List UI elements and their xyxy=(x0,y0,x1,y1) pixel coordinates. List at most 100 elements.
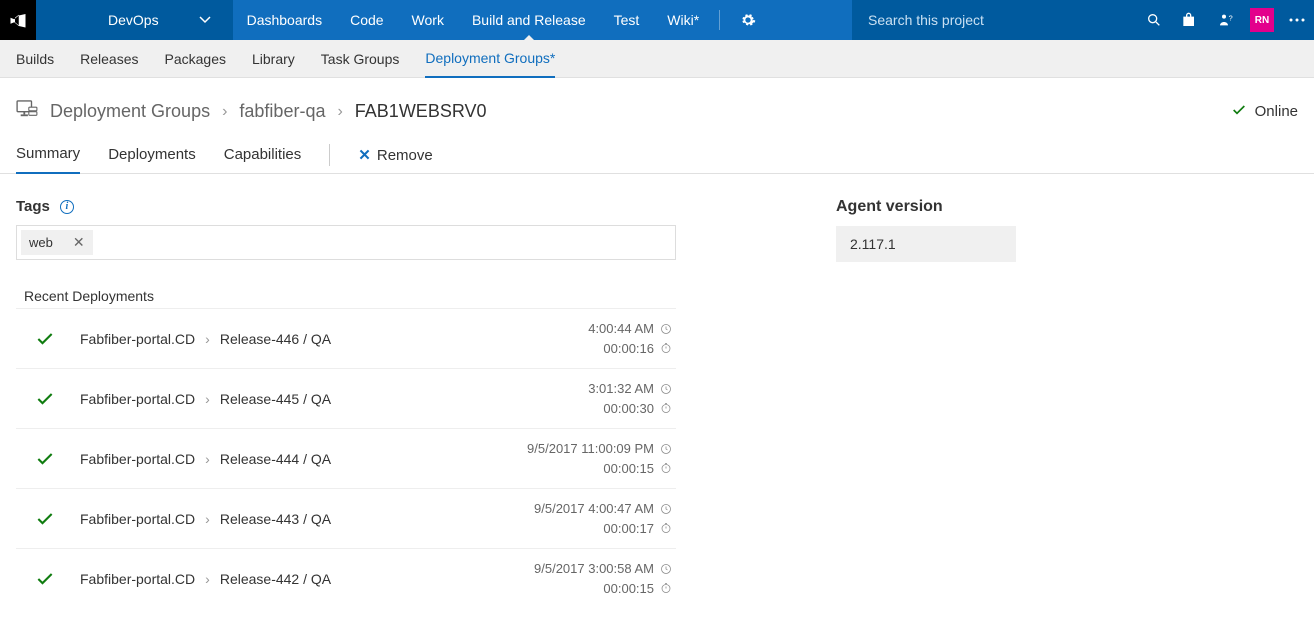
subnav-deploymentgroups[interactable]: Deployment Groups* xyxy=(425,41,555,78)
tag-remove[interactable]: ✕ xyxy=(73,234,85,251)
status-label: Online xyxy=(1255,103,1298,120)
deployment-time: 9/5/2017 4:00:47 AM xyxy=(534,499,654,519)
deployment-pipeline[interactable]: Fabfiber-portal.CD xyxy=(80,331,195,347)
recent-deployments-heading: Recent Deployments xyxy=(24,288,676,304)
deployment-release[interactable]: Release-446 / QA xyxy=(220,331,331,347)
breadcrumb-root[interactable]: Deployment Groups xyxy=(50,101,210,122)
project-switcher[interactable]: DevOps xyxy=(36,0,233,40)
deployment-status xyxy=(20,329,70,349)
stopwatch-icon xyxy=(660,462,672,474)
topnav-code[interactable]: Code xyxy=(336,0,397,40)
agent-version-heading: Agent version xyxy=(836,198,1016,216)
tags-heading: Tags xyxy=(16,198,50,215)
bag-icon xyxy=(1182,12,1198,28)
deployment-duration: 00:00:30 xyxy=(603,399,654,419)
success-icon xyxy=(35,329,55,349)
marketplace-button[interactable] xyxy=(1172,12,1208,28)
chevron-right-icon: › xyxy=(222,103,227,121)
subnav-taskgroups[interactable]: Task Groups xyxy=(321,40,400,77)
deployment-time: 9/5/2017 11:00:09 PM xyxy=(527,439,654,459)
clock-icon xyxy=(660,323,672,335)
chevron-down-icon xyxy=(199,14,211,26)
deployment-row: Fabfiber-portal.CD › Release-442 / QA 9/5/2… xyxy=(16,548,676,608)
search-input[interactable] xyxy=(868,12,1146,28)
topnav-divider xyxy=(719,10,720,30)
deployment-pipeline[interactable]: Fabfiber-portal.CD xyxy=(80,571,195,587)
success-icon xyxy=(35,569,55,589)
pagetab-divider xyxy=(329,144,330,166)
breadcrumb: Deployment Groups › fabfiber-qa › FAB1WE… xyxy=(16,100,487,123)
deployment-pipeline[interactable]: Fabfiber-portal.CD xyxy=(80,511,195,527)
chevron-right-icon: › xyxy=(205,451,210,467)
success-icon xyxy=(35,449,55,469)
chevron-right-icon: › xyxy=(205,331,210,347)
more-button[interactable] xyxy=(1280,18,1314,22)
deployment-release[interactable]: Release-444 / QA xyxy=(220,451,331,467)
deployment-status xyxy=(20,509,70,529)
topnav-work[interactable]: Work xyxy=(398,0,458,40)
remove-button[interactable]: ✕ Remove xyxy=(358,146,432,164)
tags-input[interactable]: web ✕ xyxy=(16,225,676,260)
deployment-row: Fabfiber-portal.CD › Release-443 / QA 9/5/2… xyxy=(16,488,676,548)
deployment-duration: 00:00:17 xyxy=(603,519,654,539)
deployment-release[interactable]: Release-442 / QA xyxy=(220,571,331,587)
clock-icon xyxy=(660,383,672,395)
deployment-pipeline[interactable]: Fabfiber-portal.CD xyxy=(80,391,195,407)
search-icon xyxy=(1146,12,1162,28)
info-icon[interactable]: i xyxy=(60,200,74,214)
clock-icon xyxy=(660,503,672,515)
subnav-library[interactable]: Library xyxy=(252,40,295,77)
deployment-release[interactable]: Release-443 / QA xyxy=(220,511,331,527)
topnav-build-release[interactable]: Build and Release xyxy=(458,0,600,40)
success-icon xyxy=(35,389,55,409)
settings-gear[interactable] xyxy=(726,0,770,40)
product-logo[interactable] xyxy=(0,0,36,40)
deployment-status xyxy=(20,389,70,409)
breadcrumb-target: FAB1WEBSRV0 xyxy=(355,101,487,122)
deployment-time: 3:01:32 AM xyxy=(588,379,654,399)
deployment-status xyxy=(20,449,70,469)
remove-label: Remove xyxy=(377,147,433,164)
tab-deployments[interactable]: Deployments xyxy=(108,138,196,173)
stopwatch-icon xyxy=(660,402,672,414)
person-help-icon: ? xyxy=(1218,12,1234,28)
deployment-time: 9/5/2017 3:00:58 AM xyxy=(534,559,654,579)
target-status: Online xyxy=(1231,102,1298,122)
stopwatch-icon xyxy=(660,342,672,354)
subnav-packages[interactable]: Packages xyxy=(165,40,226,77)
chevron-right-icon: › xyxy=(205,511,210,527)
help-button[interactable]: ? xyxy=(1208,12,1244,28)
deployment-duration: 00:00:15 xyxy=(603,459,654,479)
clock-icon xyxy=(660,443,672,455)
topnav-dashboards[interactable]: Dashboards xyxy=(233,0,337,40)
ellipsis-icon xyxy=(1289,18,1305,22)
clock-icon xyxy=(660,563,672,575)
deployment-duration: 00:00:15 xyxy=(603,579,654,599)
tab-summary[interactable]: Summary xyxy=(16,137,80,174)
chevron-right-icon: › xyxy=(205,391,210,407)
chevron-right-icon: › xyxy=(205,571,210,587)
svg-text:?: ? xyxy=(1229,14,1233,23)
deployment-duration: 00:00:16 xyxy=(603,339,654,359)
deployment-status xyxy=(20,569,70,589)
deployment-pipeline[interactable]: Fabfiber-portal.CD xyxy=(80,451,195,467)
deployment-row: Fabfiber-portal.CD › Release-444 / QA 9/5/2… xyxy=(16,428,676,488)
success-icon xyxy=(35,509,55,529)
chevron-right-icon: › xyxy=(337,103,342,121)
gear-icon xyxy=(740,12,756,28)
search-area[interactable] xyxy=(852,0,1172,40)
deployment-group-icon xyxy=(16,100,38,123)
deployment-release[interactable]: Release-445 / QA xyxy=(220,391,331,407)
stopwatch-icon xyxy=(660,582,672,594)
tag-chip: web ✕ xyxy=(21,230,93,255)
breadcrumb-group[interactable]: fabfiber-qa xyxy=(239,101,325,122)
tag-label: web xyxy=(29,235,53,250)
agent-version-value: 2.117.1 xyxy=(836,226,1016,262)
subnav-builds[interactable]: Builds xyxy=(16,40,54,77)
subnav-releases[interactable]: Releases xyxy=(80,40,138,77)
avatar[interactable]: RN xyxy=(1250,8,1274,32)
check-icon xyxy=(1231,102,1247,122)
topnav-wiki[interactable]: Wiki* xyxy=(653,0,713,40)
tab-capabilities[interactable]: Capabilities xyxy=(224,138,302,173)
topnav-test[interactable]: Test xyxy=(600,0,654,40)
